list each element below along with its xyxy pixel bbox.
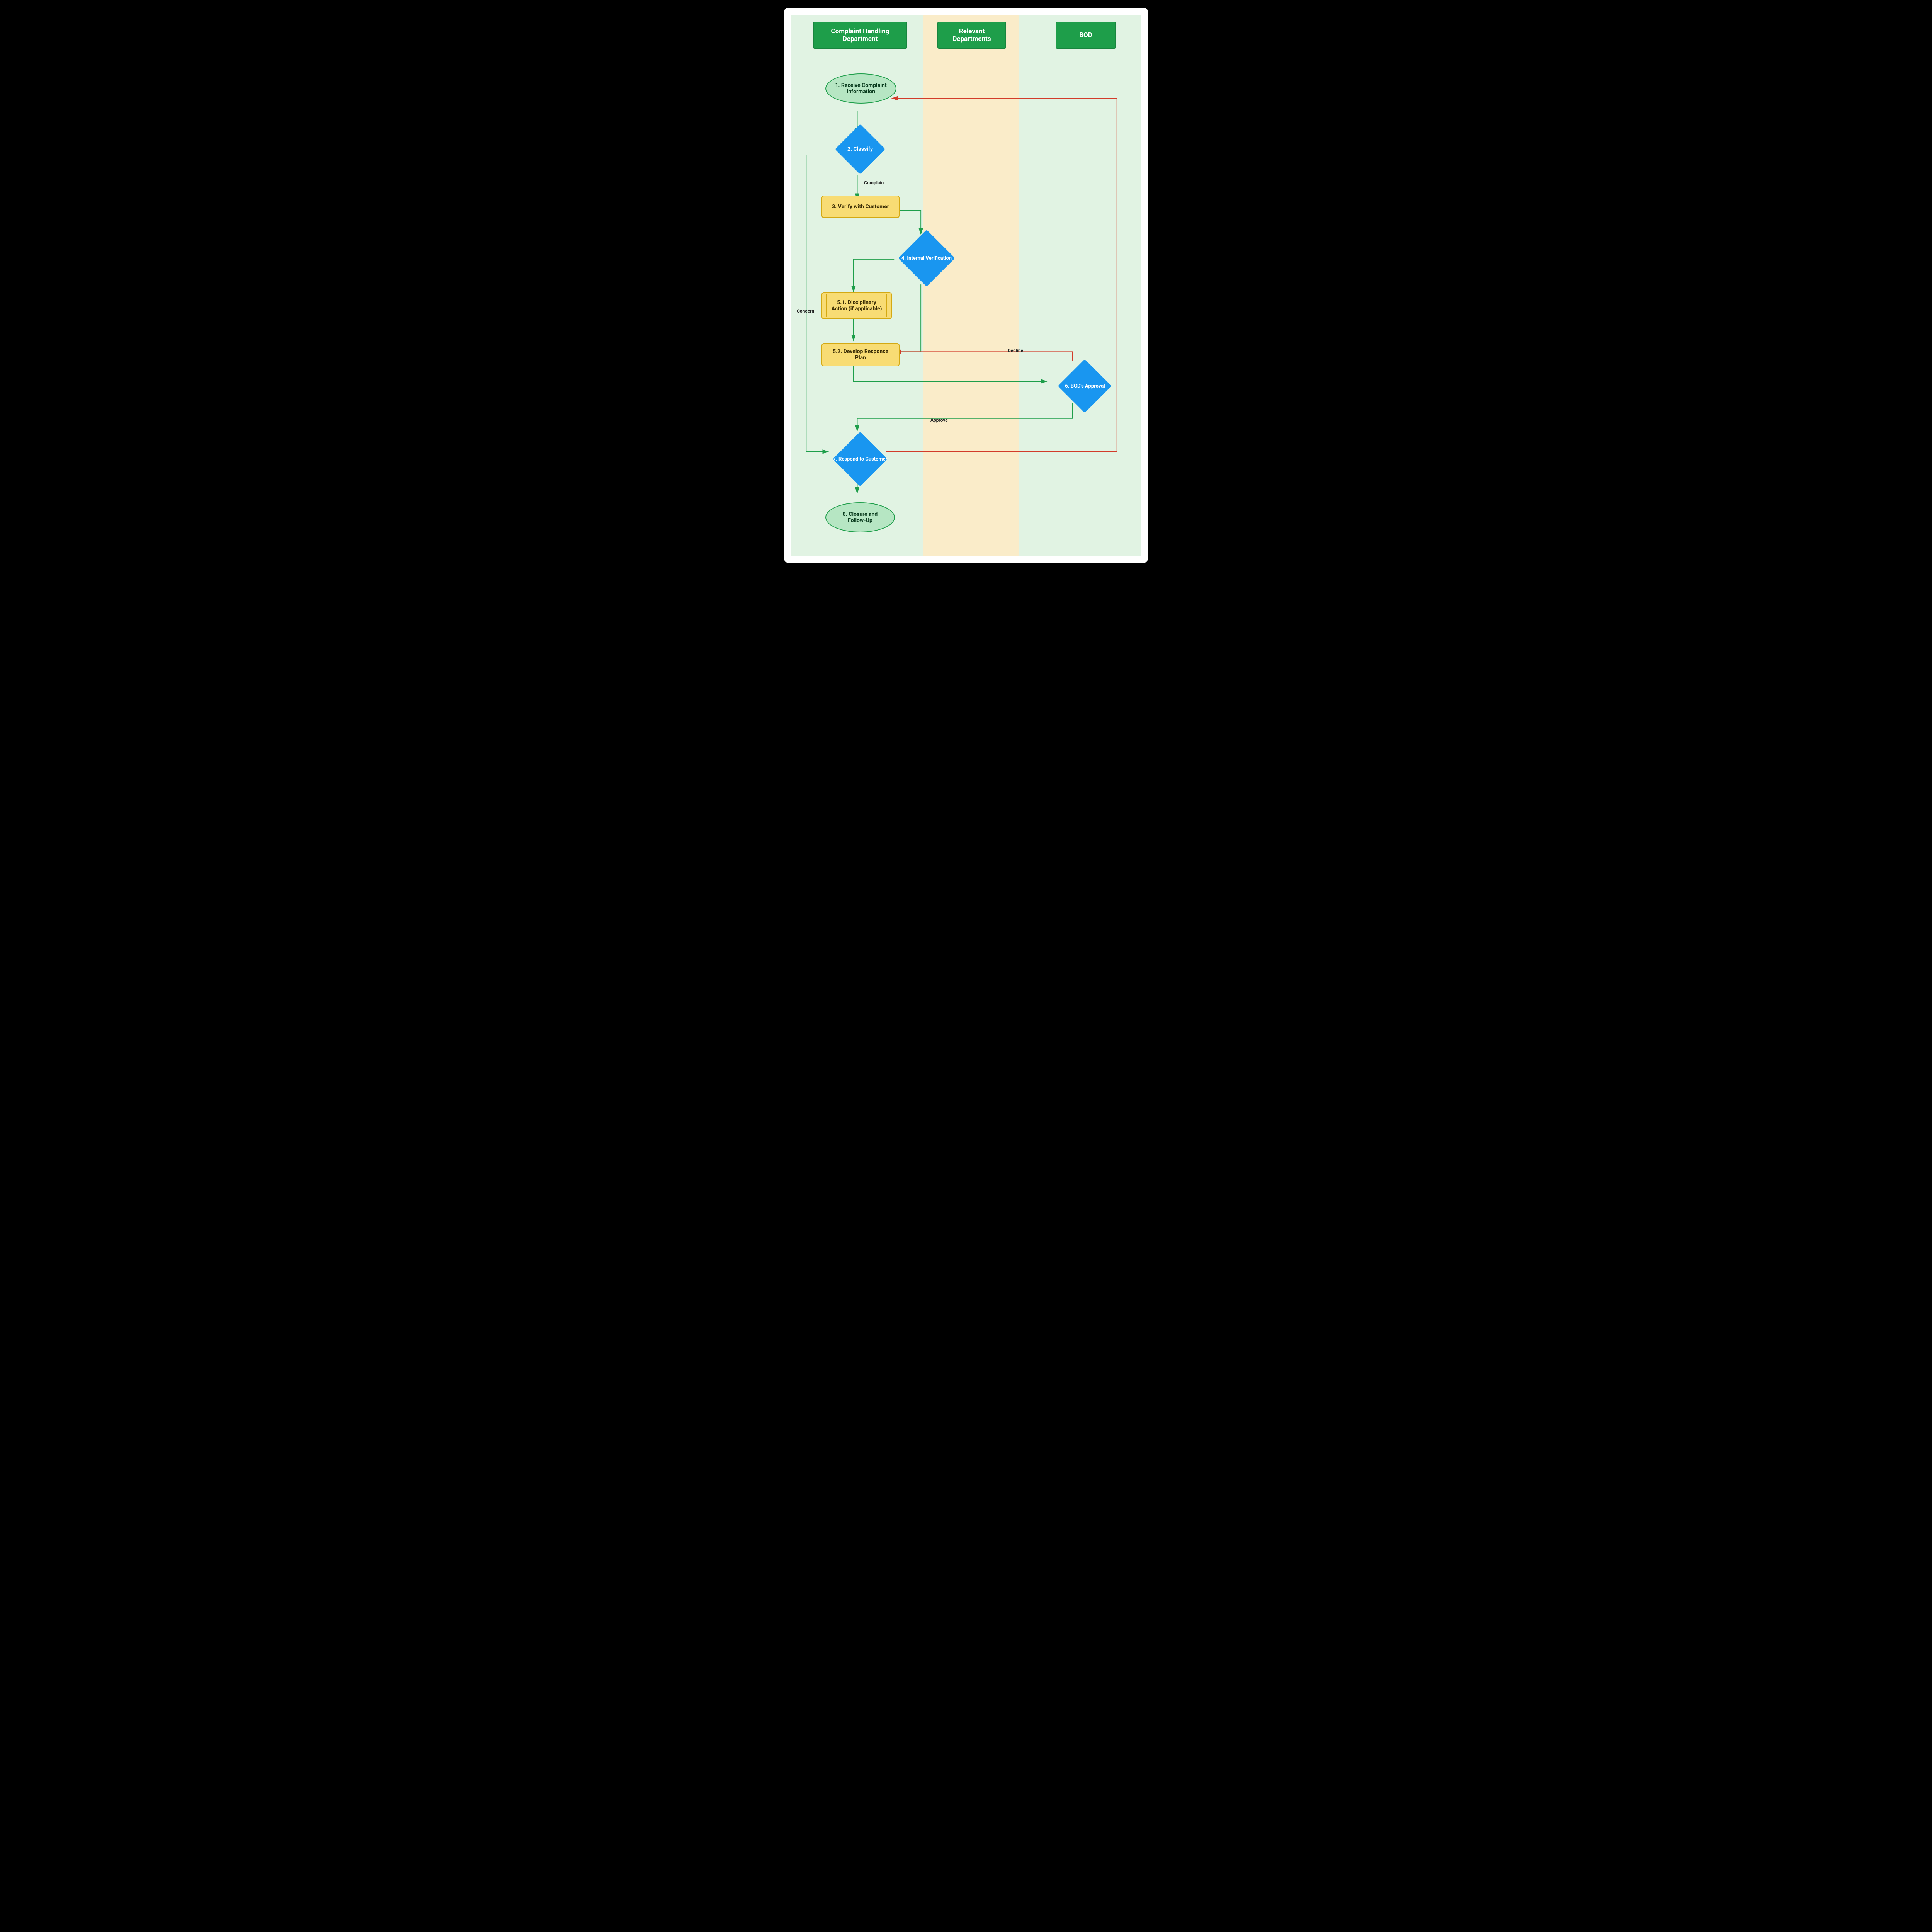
lane-header-bod: BOD [1056, 22, 1116, 49]
lane-header-complaint-handling: Complaint Handling Department [813, 22, 907, 49]
node-respond-customer[interactable]: 7. Respond to Customer [828, 435, 892, 483]
lane-bod [1019, 15, 1141, 556]
node-receive-complaint[interactable]: 1. Receive Complaint Information [825, 73, 896, 104]
edge-label-concern: Concern [797, 308, 814, 314]
node-respond-customer-label: 7. Respond to Customer [828, 435, 892, 483]
node-verify-customer[interactable]: 3. Verify with Customer [821, 196, 900, 218]
sheet: Complaint Handling Department Relevant D… [784, 8, 1148, 563]
flowchart-canvas: Complaint Handling Department Relevant D… [791, 15, 1141, 556]
lane-header-relevant-departments: Relevant Departments [937, 22, 1006, 49]
node-classify[interactable]: 2. Classify [833, 128, 887, 171]
node-bod-approval[interactable]: 6. BOD's Approval [1054, 362, 1116, 410]
node-develop-response[interactable]: 5.2. Develop Response Plan [821, 343, 900, 366]
node-classify-label: 2. Classify [833, 128, 887, 171]
edge-label-approve: Approve [930, 417, 948, 423]
node-disciplinary-action-label: 5.1. Disciplinary Action (if applicable) [830, 299, 883, 312]
node-internal-verification-label: 4. Internal Verification [896, 230, 957, 287]
edge-label-complain: Complain [864, 180, 884, 185]
node-bod-approval-label: 6. BOD's Approval [1054, 362, 1116, 410]
edge-label-decline: Decline [1008, 348, 1023, 353]
node-closure-followup[interactable]: 8. Closure and Follow-Up [825, 502, 895, 532]
node-internal-verification[interactable]: 4. Internal Verification [896, 230, 957, 287]
node-disciplinary-action[interactable]: 5.1. Disciplinary Action (if applicable) [821, 292, 892, 319]
page-root: Complaint Handling Department Relevant D… [777, 0, 1155, 570]
